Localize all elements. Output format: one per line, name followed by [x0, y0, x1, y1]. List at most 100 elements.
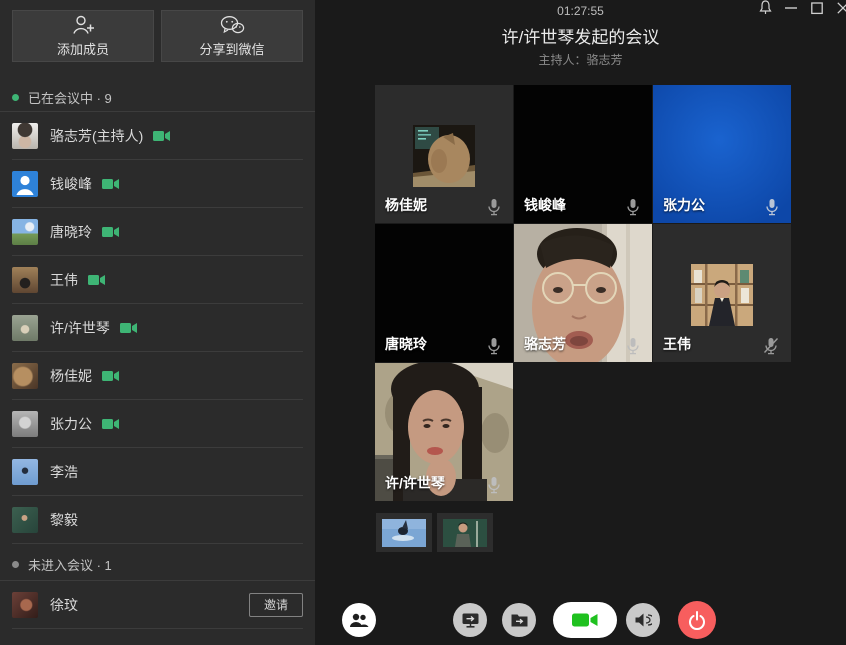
avatar [12, 123, 38, 149]
blackboard-person-thumbnail [443, 519, 487, 547]
not-joined-section-header: 未进入会议 · 1 [0, 548, 315, 581]
sidebar: 添加成员 分享到微信 已在会议中 · 9 [0, 0, 315, 645]
participant-name: 钱峻峰 [50, 174, 92, 194]
participant-row[interactable]: 骆志芳(主持人) [12, 112, 303, 160]
participant-name: 张力公 [50, 414, 92, 434]
participant-name: 黎毅 [50, 510, 78, 530]
man-portrait-photo [691, 264, 753, 326]
share-wechat-label: 分享到微信 [199, 39, 264, 58]
not-joined-header-label: 未进入会议 · 1 [28, 555, 112, 574]
mic-icon [487, 198, 501, 216]
participant-row[interactable]: 钱峻峰 [12, 160, 303, 208]
camera-icon [572, 611, 599, 629]
add-member-label: 添加成员 [57, 39, 109, 58]
video-tile[interactable]: 骆志芳 [514, 224, 652, 362]
mic-icon [626, 337, 640, 355]
participant-row[interactable]: 李浩 [12, 448, 303, 496]
share-to-wechat-button[interactable]: 分享到微信 [161, 10, 303, 62]
avatar [12, 267, 38, 293]
video-tile[interactable]: 王伟 [653, 224, 791, 362]
leave-meeting-button[interactable] [678, 601, 716, 639]
camera-on-icon [102, 177, 120, 191]
camera-on-icon [153, 129, 171, 143]
tile-name: 杨佳妮 [385, 195, 427, 215]
participant-row[interactable]: 黎毅 [12, 496, 303, 544]
avatar [12, 592, 38, 618]
bird-on-water-thumbnail [382, 519, 426, 547]
default-person-icon [12, 171, 38, 197]
minimize-icon[interactable] [783, 0, 799, 16]
avatar [12, 315, 38, 341]
speaker-button[interactable] [626, 603, 660, 637]
screen-share-icon [462, 613, 479, 628]
cat-photo [413, 125, 475, 187]
maximize-icon[interactable] [809, 0, 825, 16]
avatar [12, 219, 38, 245]
in-meeting-section-header: 已在会议中 · 9 [0, 83, 315, 112]
leave-meeting-icon [688, 610, 706, 630]
participant-row[interactable]: 许/许世琴 [12, 304, 303, 352]
camera-on-icon [102, 225, 120, 239]
participant-list: 骆志芳(主持人) 钱峻峰 唐晓玲 王伟 [0, 112, 315, 544]
members-button[interactable] [342, 603, 376, 637]
mini-video-tile[interactable] [376, 513, 432, 552]
participant-name: 杨佳妮 [50, 366, 92, 386]
participant-row[interactable]: 唐晓玲 [12, 208, 303, 256]
members-icon [349, 613, 369, 628]
tile-name: 唐晓玲 [385, 334, 427, 354]
video-tile[interactable]: 唐晓玲 [375, 224, 513, 362]
camera-on-icon [102, 369, 120, 383]
mic-muted-icon [763, 337, 779, 355]
participant-name: 唐晓玲 [50, 222, 92, 242]
participant-name: 李浩 [50, 462, 78, 482]
participant-row[interactable]: 王伟 [12, 256, 303, 304]
sidebar-actions: 添加成员 分享到微信 [0, 0, 315, 62]
mic-icon [765, 198, 779, 216]
close-icon[interactable] [835, 0, 846, 16]
file-share-button[interactable] [502, 603, 536, 637]
camera-on-icon [102, 417, 120, 431]
not-joined-row[interactable]: 徐玟 邀请 [12, 581, 303, 629]
tile-name: 王伟 [663, 334, 691, 354]
avatar [12, 363, 38, 389]
screen-share-button[interactable] [453, 603, 487, 637]
mic-icon [487, 476, 501, 494]
invite-button[interactable]: 邀请 [249, 593, 303, 617]
avatar [12, 411, 38, 437]
meeting-stage: 01:27:55 许/许世琴发起的会议 主持人：骆志芳 [315, 0, 846, 645]
camera-on-icon [88, 273, 106, 287]
avatar [12, 507, 38, 533]
mini-video-tile[interactable] [437, 513, 493, 552]
online-dot-icon [12, 94, 19, 101]
window-controls [757, 0, 846, 16]
video-tile[interactable]: 钱峻峰 [514, 85, 652, 223]
wechat-icon [220, 15, 245, 35]
mic-icon [487, 337, 501, 355]
speaker-icon [634, 612, 652, 628]
tile-name: 钱峻峰 [524, 195, 566, 215]
meeting-host: 主持人：骆志芳 [315, 51, 846, 68]
video-tile[interactable]: 杨佳妮 [375, 85, 513, 223]
meeting-window: 添加成员 分享到微信 已在会议中 · 9 [0, 0, 846, 645]
camera-toggle-button[interactable] [553, 602, 617, 638]
participant-row[interactable]: 张力公 [12, 400, 303, 448]
bell-icon[interactable] [757, 0, 773, 16]
add-member-button[interactable]: 添加成员 [12, 10, 154, 62]
meeting-title: 许/许世琴发起的会议 [315, 23, 846, 48]
participant-name: 骆志芳(主持人) [50, 126, 143, 146]
participant-name: 王伟 [50, 270, 78, 290]
video-tile[interactable]: 张力公 [653, 85, 791, 223]
camera-on-icon [120, 321, 138, 335]
participant-name: 许/许世琴 [50, 318, 110, 338]
tile-name: 骆志芳 [524, 334, 566, 354]
mic-icon [626, 198, 640, 216]
file-share-icon [511, 613, 528, 627]
participant-row[interactable]: 杨佳妮 [12, 352, 303, 400]
avatar [12, 459, 38, 485]
participant-name: 徐玟 [50, 595, 78, 615]
video-tile[interactable]: 许/许世琴 [375, 363, 513, 501]
tile-name: 张力公 [663, 195, 705, 215]
add-person-icon [72, 15, 95, 35]
in-meeting-header-label: 已在会议中 · 9 [28, 88, 112, 107]
avatar [12, 171, 38, 197]
